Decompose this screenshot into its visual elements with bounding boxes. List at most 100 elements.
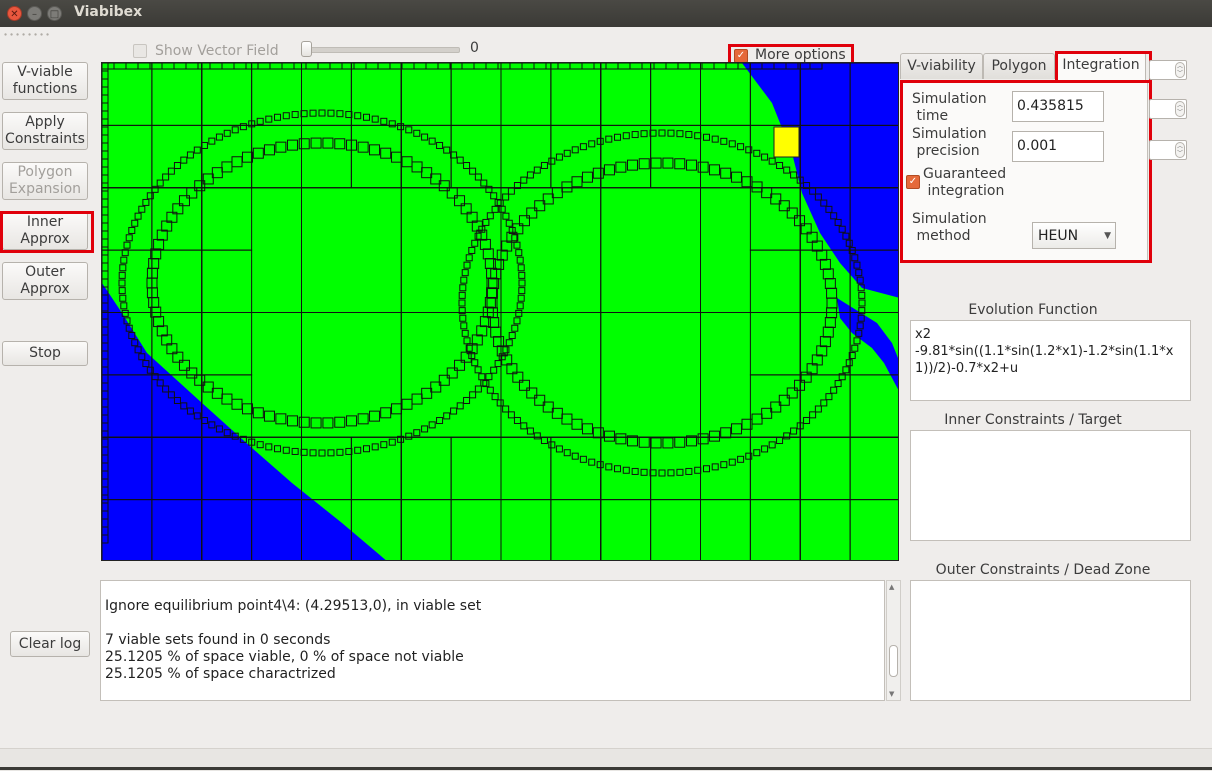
paving-box [550, 63, 602, 126]
outer-constraints-textarea[interactable] [910, 580, 1191, 701]
simulation-precision-field[interactable]: 0.001 [1012, 131, 1104, 162]
evolution-function-textarea[interactable]: x2 -9.81*sin((1.1*sin(1.2*x1)-1.2*sin(1.… [910, 320, 1191, 401]
toolbar-grip-icon[interactable]: ∙∙∙∙∙∙∙∙ [3, 30, 51, 39]
paving-box [102, 158, 109, 168]
tab-polygon[interactable]: Polygon [983, 53, 1055, 79]
paving-box [853, 337, 861, 345]
paving-box [520, 176, 528, 184]
spinbox-1[interactable]: ︿ ﹀ [1149, 60, 1187, 80]
paving-box [557, 63, 571, 70]
paving-box [180, 156, 188, 164]
paving-box [486, 287, 498, 299]
more-options-checkbox[interactable]: ✓ [734, 49, 748, 63]
slider-value: 0 [470, 40, 479, 56]
paving-box [768, 157, 776, 165]
vector-field-slider-track[interactable] [305, 47, 460, 53]
paving-box [615, 161, 627, 173]
stop-button[interactable]: Stop [2, 341, 88, 366]
polygon-expansion-button[interactable]: Polygon Expansion [2, 162, 88, 200]
paving-box [186, 367, 198, 379]
maximize-window-icon[interactable]: □ [47, 6, 62, 21]
paving-box [496, 399, 504, 407]
simulation-method-select[interactable]: HEUN ▼ [1032, 222, 1116, 249]
paving-box [622, 466, 630, 474]
paving-box [460, 322, 468, 330]
outer-constraints-title: Outer Constraints / Dead Zone [935, 562, 1151, 578]
scroll-down-icon[interactable]: ▼ [889, 690, 894, 698]
paving-box [720, 167, 732, 179]
minimize-window-icon[interactable]: – [27, 6, 42, 21]
paving-box [533, 63, 547, 70]
clear-log-button[interactable]: Clear log [10, 631, 90, 657]
inner-constraints-title: Inner Constraints / Target [944, 412, 1122, 428]
viability-plot[interactable] [101, 62, 899, 561]
paving-box [119, 264, 127, 272]
log-textarea[interactable]: Ignore equilibrium point4\4: (4.29513,0)… [100, 580, 885, 701]
paving-box [579, 143, 587, 151]
paving-box [486, 287, 498, 299]
paving-box [231, 156, 243, 168]
paving-box [685, 467, 693, 475]
paving-box [613, 133, 621, 141]
window-title: Viabibex [74, 4, 143, 20]
log-scrollbar[interactable]: ▲ ▼ [886, 580, 901, 701]
paving-box [658, 469, 666, 477]
paving-box [428, 137, 436, 145]
log-scroll-thumb[interactable] [889, 645, 898, 677]
tab-v-viability[interactable]: V-viability [900, 53, 983, 79]
paving-box [346, 415, 358, 427]
paving-box [357, 141, 369, 153]
paving-box [473, 63, 487, 70]
spin-arrows-icon[interactable]: ︿ ﹀ [1175, 101, 1185, 117]
vector-field-slider-handle[interactable] [301, 41, 312, 57]
paving-box [443, 412, 451, 420]
paving-box [650, 63, 701, 126]
spinbox-2[interactable]: ︿ ﹀ [1149, 99, 1187, 119]
paving-box [709, 430, 721, 442]
paving-box [700, 499, 751, 560]
spin-arrows-icon[interactable]: ︿ ﹀ [1175, 142, 1185, 158]
show-vector-field-checkbox[interactable] [133, 44, 147, 58]
paving-box [509, 63, 523, 70]
paving-box [380, 147, 392, 159]
paving-box [318, 449, 326, 457]
paving-box [482, 248, 494, 260]
outer-approx-button[interactable]: Outer Approx [2, 262, 88, 300]
paving-box [703, 465, 711, 473]
simulation-time-field[interactable]: 0.435815 [1012, 91, 1104, 122]
paving-box [588, 140, 596, 148]
paving-box [592, 427, 604, 439]
paving-box [456, 156, 464, 164]
paving-box [142, 198, 150, 206]
v-viable-functions-button[interactable]: V-viable functions [2, 62, 88, 100]
paving-box [102, 246, 109, 256]
spin-arrows-icon[interactable]: ︿ ﹀ [1175, 62, 1185, 78]
close-window-icon[interactable]: ✕ [7, 6, 22, 21]
paving-box [400, 499, 452, 560]
paving-box [437, 63, 451, 70]
tab-integration[interactable]: Integration [1056, 52, 1146, 80]
apply-constraints-button[interactable]: Apply Constraints [2, 112, 88, 150]
paving-box [700, 63, 751, 126]
paving-box [450, 436, 502, 501]
paving-box [450, 407, 458, 415]
paving-box [380, 117, 388, 125]
paving-box [786, 207, 798, 219]
paving-box [322, 137, 334, 149]
paving-box [397, 123, 405, 131]
inner-constraints-textarea[interactable] [910, 430, 1191, 541]
paving-box [102, 238, 109, 248]
paving-box [615, 433, 627, 445]
paving-box [401, 63, 415, 70]
paving-box [638, 158, 650, 170]
scroll-up-icon[interactable]: ▲ [889, 583, 894, 591]
paving-box [421, 425, 429, 433]
inner-approx-button[interactable]: Inner Approx [2, 212, 88, 250]
paving-box [221, 393, 233, 405]
paving-box [211, 387, 223, 399]
guaranteed-integration-checkbox[interactable]: ✓ [906, 175, 920, 189]
paving-box [521, 63, 535, 70]
spinbox-3[interactable]: ︿ ﹀ [1149, 140, 1187, 160]
paving-box [428, 421, 436, 429]
paving-box [275, 141, 287, 153]
